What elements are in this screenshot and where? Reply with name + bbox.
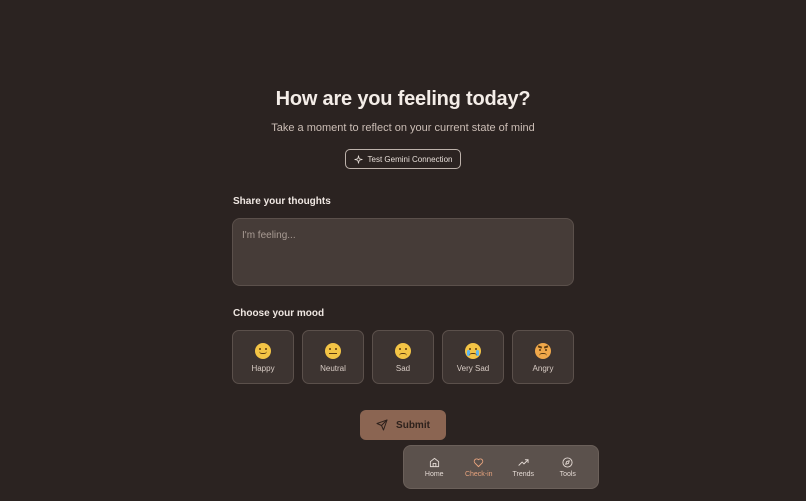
mood-option-sad[interactable]: Sad <box>372 330 434 384</box>
nav-item-label: Tools <box>559 470 576 478</box>
mood-option-label: Very Sad <box>456 364 490 373</box>
nav-item-trends[interactable]: Trends <box>503 457 543 478</box>
mood-option-angry[interactable]: Angry <box>512 330 574 384</box>
mood-option-happy[interactable]: Happy <box>232 330 294 384</box>
neutral-emoji-icon <box>325 343 341 359</box>
nav-item-tools[interactable]: Tools <box>548 456 588 478</box>
mood-option-neutral[interactable]: Neutral <box>302 330 364 384</box>
happy-emoji-icon <box>255 343 271 359</box>
heart-icon <box>474 458 484 467</box>
page-title: How are you feeling today? <box>275 88 531 110</box>
submit-label: Submit <box>396 419 430 431</box>
sad-emoji-icon <box>395 343 411 359</box>
angry-emoji-icon <box>535 343 551 359</box>
thoughts-placeholder: I'm feeling... <box>242 230 296 241</box>
submit-button[interactable]: Submit <box>360 410 446 440</box>
bottom-nav: Home Check-in Trends Tools <box>403 445 599 489</box>
mood-option-very-sad[interactable]: Very Sad <box>442 330 504 384</box>
nav-item-label: Home <box>424 470 444 478</box>
nav-item-label: Trends <box>512 470 535 478</box>
nav-item-home[interactable]: Home <box>414 457 454 478</box>
trending-up-icon <box>518 458 529 466</box>
sparkle-icon <box>353 154 363 164</box>
mood-option-label: Sad <box>395 364 411 373</box>
test-button-label: Test Gemini Connection <box>367 154 453 164</box>
compass-icon <box>562 456 573 468</box>
nav-item-label: Check-in <box>464 470 493 478</box>
send-icon <box>376 419 388 431</box>
thoughts-label: Share your thoughts <box>233 196 331 207</box>
home-icon <box>429 457 439 467</box>
crying-emoji-icon <box>465 343 481 359</box>
mood-option-label: Happy <box>251 364 275 373</box>
test-gemini-connection-button[interactable]: Test Gemini Connection <box>345 149 461 169</box>
page-subtitle: Take a moment to reflect on your current… <box>271 122 535 134</box>
thoughts-textarea[interactable]: I'm feeling... <box>232 218 574 286</box>
mood-options: Happy Neutral Sad Very Sad Angry <box>232 330 574 384</box>
mood-label: Choose your mood <box>233 308 325 319</box>
mood-option-label: Neutral <box>320 364 346 373</box>
nav-item-check-in[interactable]: Check-in <box>459 457 499 478</box>
mood-option-label: Angry <box>532 364 554 373</box>
